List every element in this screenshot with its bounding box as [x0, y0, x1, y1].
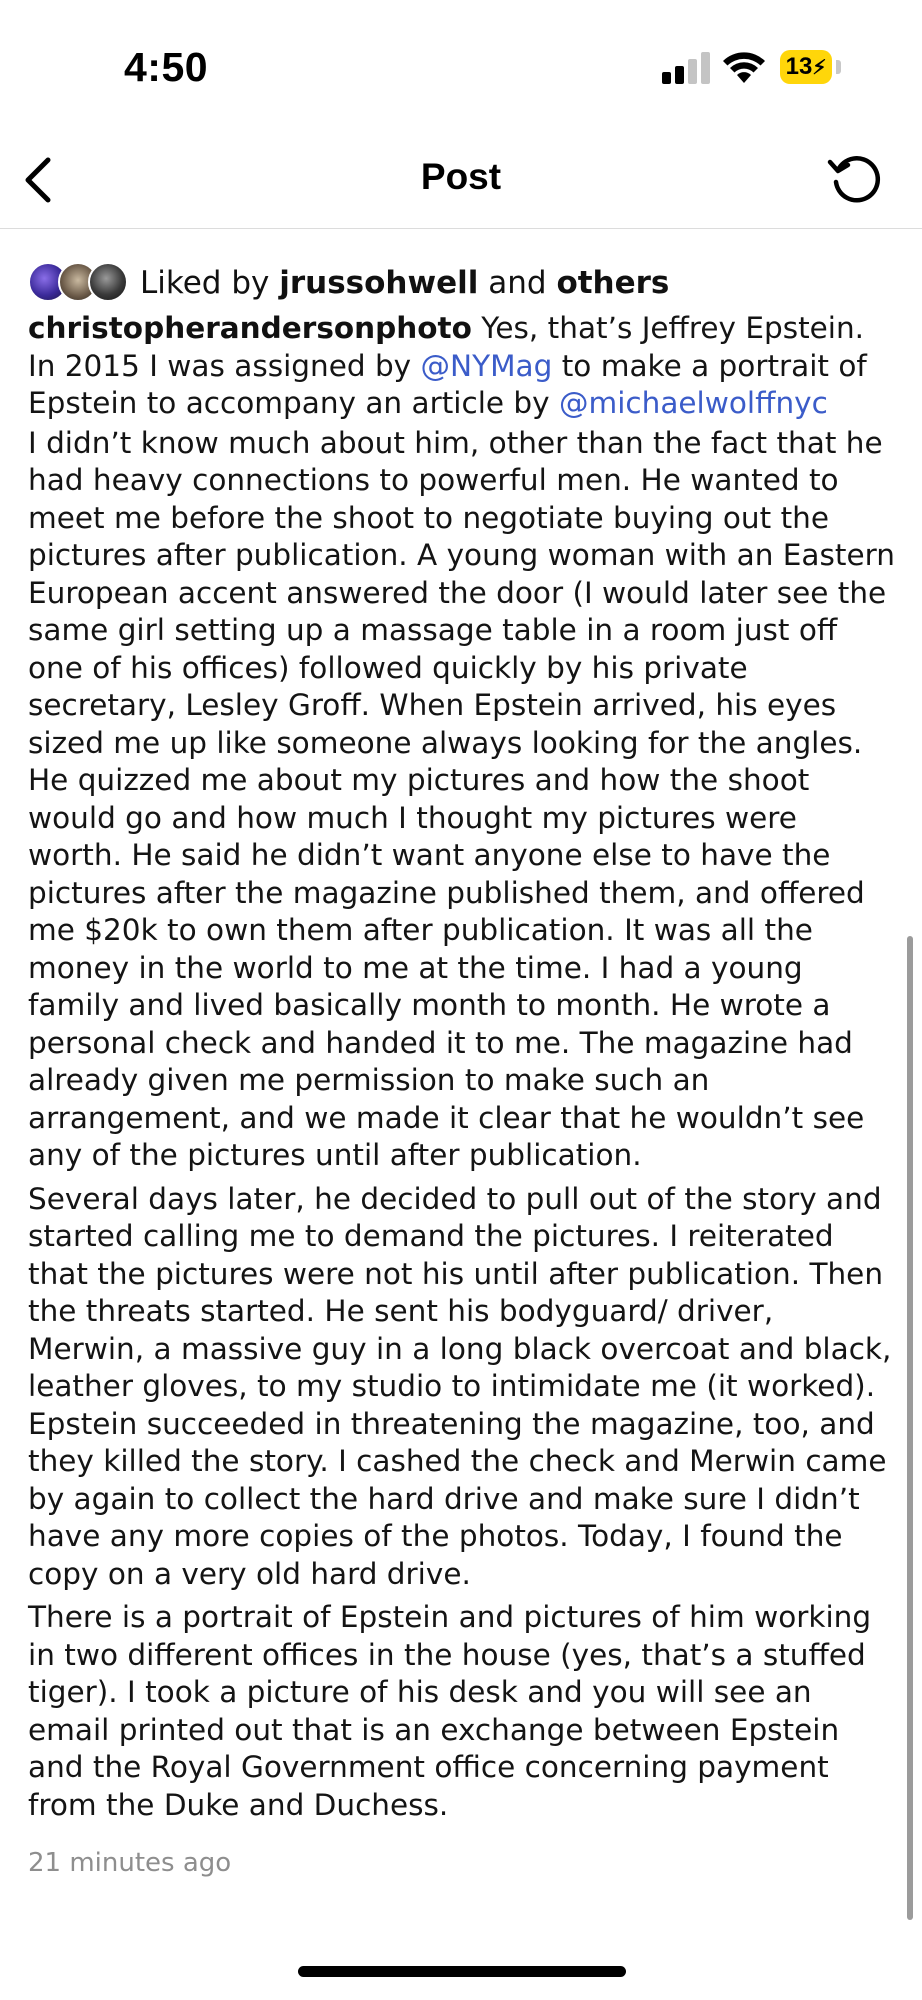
mention-link-michaelwolffnyc[interactable]: @michaelwolffnyc [559, 386, 828, 420]
scrollbar[interactable] [907, 936, 913, 1920]
caption-paragraph: There is a portrait of Epstein and pictu… [28, 1600, 872, 1822]
author-username-link[interactable]: christopherandersonphoto [28, 311, 472, 345]
caption-paragraph: Several days later, he decided to pull o… [28, 1181, 892, 1591]
liked-by-text: Liked by jrussohwell and others [140, 262, 669, 304]
liked-by-user-link[interactable]: jrussohwell [279, 265, 478, 301]
refresh-icon [827, 156, 881, 203]
header-divider [0, 228, 922, 229]
liked-by-prefix: Liked by [140, 265, 270, 301]
page-title: Post [420, 156, 502, 197]
liker-avatars [28, 262, 132, 304]
battery-charging-icon: 13⚡︎ [780, 50, 832, 84]
home-indicator[interactable] [298, 1966, 626, 1977]
status-time: 4:50 [124, 44, 209, 90]
liked-by-others-link[interactable]: others [556, 265, 669, 301]
battery-cap [836, 60, 841, 74]
nav-header: Post [0, 130, 922, 230]
caption-paragraph: christopherandersonphoto Yes, that’s Jef… [28, 310, 898, 423]
avatar [88, 262, 128, 302]
caption-paragraph: I didn’t know much about him, other than… [28, 425, 895, 1173]
cellular-signal-icon [662, 52, 710, 84]
mention-link-nymag[interactable]: @NYMag [421, 349, 553, 383]
battery-level: 13 [785, 53, 813, 80]
post-caption: christopherandersonphoto Yes, that’s Jef… [28, 310, 898, 1824]
refresh-button[interactable] [824, 148, 886, 210]
wifi-icon [723, 52, 765, 83]
post-timestamp: 21 minutes ago [28, 1848, 232, 1878]
liked-by-connector: and [488, 265, 547, 301]
charging-bolt-icon: ⚡︎ [812, 57, 827, 79]
status-bar: 4:50 13⚡︎ [0, 0, 922, 130]
